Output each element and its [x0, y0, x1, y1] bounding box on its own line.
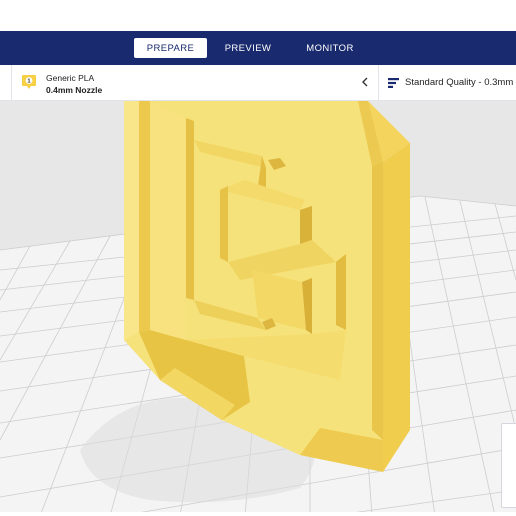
print-setup-toolbar: 1 Generic PLA 0.4mm Nozzle Standard Qual…	[0, 65, 516, 101]
app-header: PREPARE PREVIEW MONITOR	[0, 31, 516, 65]
nozzle-size: 0.4mm Nozzle	[46, 85, 103, 95]
print-settings-icon	[388, 77, 399, 88]
stage-tabs: PREPARE PREVIEW MONITOR	[134, 38, 371, 58]
print-settings-selector[interactable]: Standard Quality - 0.3mm	[388, 65, 513, 100]
tab-prepare[interactable]: PREPARE	[134, 38, 207, 58]
build-plate-scene[interactable]	[0, 101, 516, 516]
tab-preview[interactable]: PREVIEW	[207, 38, 289, 58]
model-side-face	[383, 143, 410, 472]
window-top-strip	[0, 0, 516, 31]
toolbar-divider	[378, 65, 379, 100]
material-name: Generic PLA	[46, 73, 95, 83]
collapsed-side-panel[interactable]	[501, 423, 516, 508]
material-selector[interactable]: 1 Generic PLA 0.4mm Nozzle	[12, 65, 378, 100]
window-bottom-strip	[0, 512, 516, 516]
extruder-badge-icon: 1	[22, 75, 36, 89]
chevron-left-icon[interactable]	[359, 75, 371, 89]
tab-monitor[interactable]: MONITOR	[289, 38, 371, 58]
print-quality-label: Standard Quality - 0.3mm	[405, 77, 514, 88]
3d-viewport[interactable]	[0, 101, 516, 516]
